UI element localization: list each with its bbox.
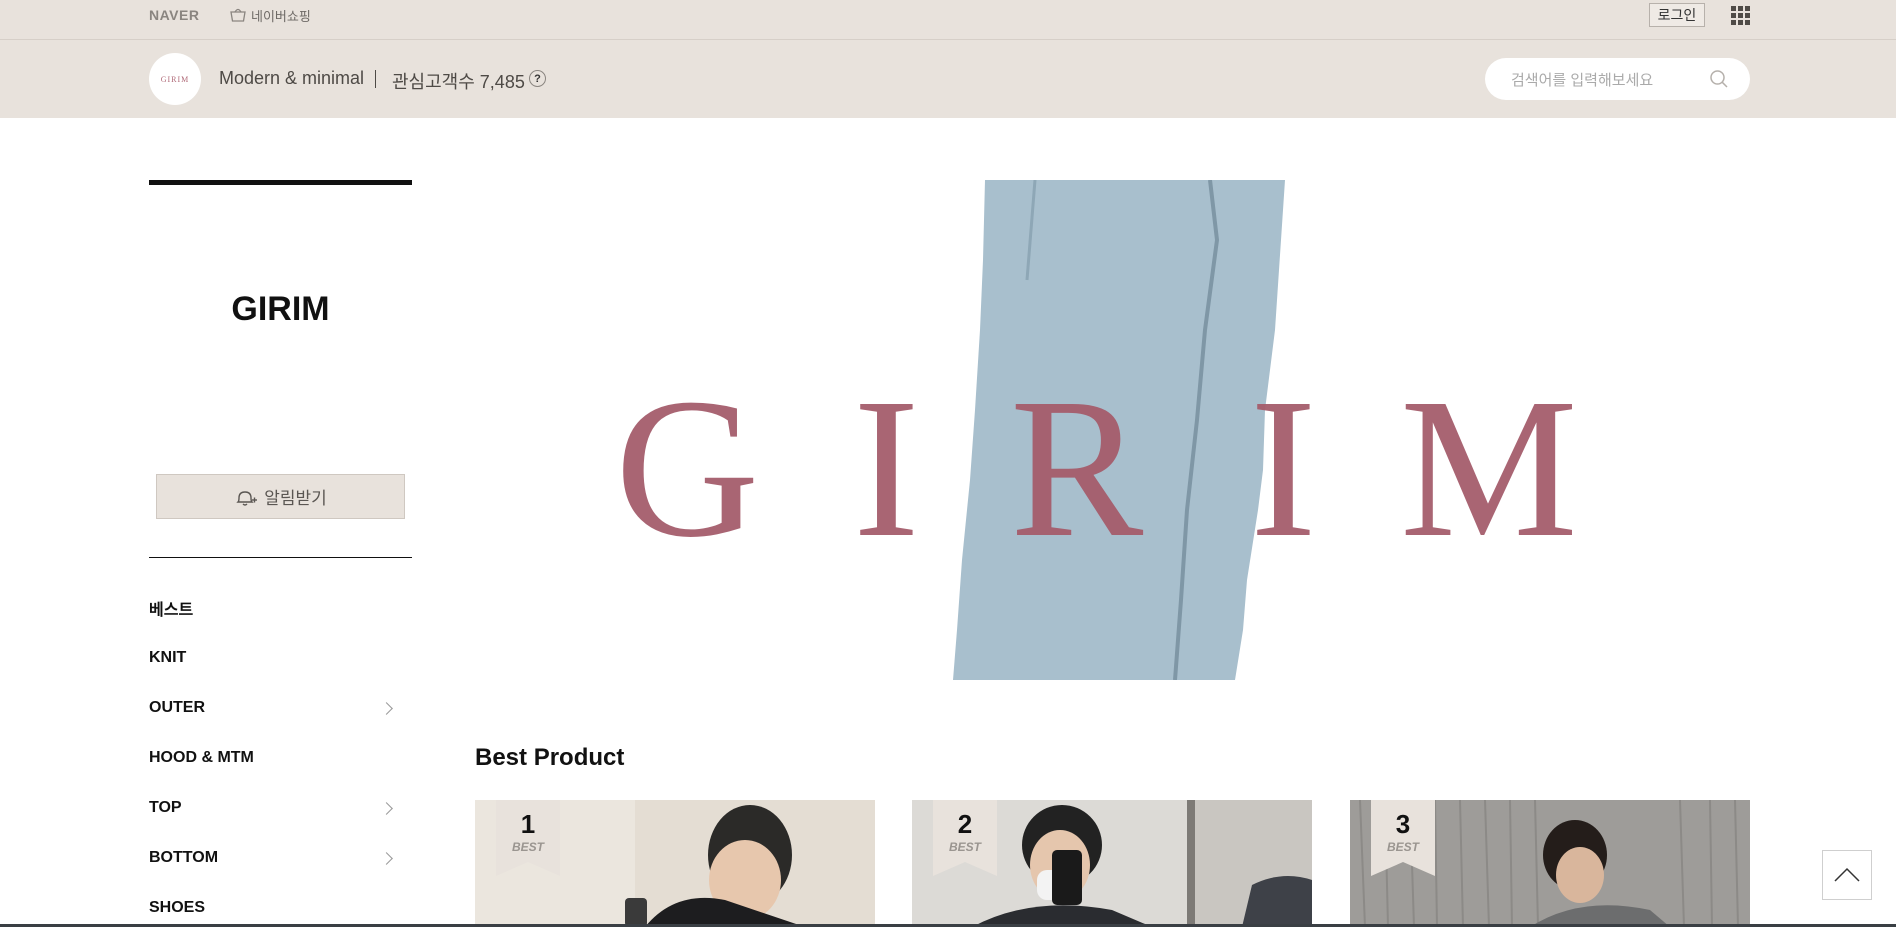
category-item-knit[interactable]: KNIT bbox=[149, 633, 399, 683]
chevron-up-icon bbox=[1834, 867, 1860, 882]
help-icon[interactable]: ? bbox=[529, 70, 546, 87]
category-item-top[interactable]: TOP bbox=[149, 783, 399, 833]
chevron-right-icon[interactable] bbox=[380, 801, 393, 815]
chevron-right-icon[interactable] bbox=[380, 851, 393, 865]
banner-letter: I bbox=[1250, 358, 1317, 579]
category-label: 베스트 bbox=[149, 602, 194, 619]
banner-letter: R bbox=[1010, 358, 1144, 579]
search-box bbox=[1485, 58, 1750, 100]
product-card[interactable]: 2 BEST bbox=[912, 800, 1312, 927]
banner-letter: I bbox=[853, 358, 920, 579]
banner-image: G I R I M bbox=[615, 180, 1578, 680]
header-divider bbox=[375, 70, 376, 88]
rank-number: 2 bbox=[957, 809, 973, 839]
category-label: TOP bbox=[149, 799, 182, 816]
naver-logo[interactable]: NAVER bbox=[149, 7, 199, 23]
scroll-to-top-button[interactable] bbox=[1822, 850, 1872, 900]
category-item-hood-mtm[interactable]: HOOD & MTM bbox=[149, 733, 399, 783]
category-item-best[interactable]: 베스트 bbox=[149, 583, 399, 633]
category-label: KNIT bbox=[149, 649, 187, 666]
main-banner[interactable]: G I R I M bbox=[475, 180, 1750, 680]
banner-letter: G bbox=[615, 358, 759, 579]
shopping-basket-icon bbox=[230, 8, 246, 22]
rank-best-label: BEST bbox=[511, 840, 544, 854]
category-label: BOTTOM bbox=[149, 849, 219, 866]
store-brand-title: GIRIM bbox=[231, 290, 330, 328]
category-list: 베스트 KNIT OUTER HOOD & MTM TOP BOTTOM SHO… bbox=[149, 583, 399, 933]
rank-number: 1 bbox=[520, 809, 536, 839]
product-card[interactable]: 1 BEST bbox=[475, 800, 875, 927]
store-tagline: Modern & minimal bbox=[219, 68, 365, 88]
notify-button-label: 알림받기 bbox=[264, 489, 327, 508]
naver-shopping-label: 네이버쇼핑 bbox=[251, 8, 311, 24]
product-card[interactable]: 3 BEST bbox=[1350, 800, 1750, 927]
global-top-bar: NAVER 네이버쇼핑 로그인 bbox=[0, 0, 1896, 40]
store-avatar[interactable]: GIRIM bbox=[149, 53, 201, 105]
chevron-right-icon[interactable] bbox=[380, 701, 393, 715]
sidebar-top-rule bbox=[149, 180, 412, 185]
category-item-outer[interactable]: OUTER bbox=[149, 683, 399, 733]
rank-best-label: BEST bbox=[1386, 840, 1419, 854]
store-header: GIRIM Modern & minimal 관심고객수 7,485 ? bbox=[0, 40, 1896, 118]
banner-letter: M bbox=[1400, 358, 1578, 579]
grid-apps-icon[interactable] bbox=[1731, 6, 1751, 26]
category-label: HOOD & MTM bbox=[149, 749, 254, 766]
search-icon[interactable] bbox=[1709, 69, 1729, 89]
category-item-bottom[interactable]: BOTTOM bbox=[149, 833, 399, 883]
category-label: SHOES bbox=[149, 899, 206, 916]
rank-number: 3 bbox=[1395, 809, 1411, 839]
login-button[interactable]: 로그인 bbox=[1649, 3, 1705, 27]
category-label: OUTER bbox=[149, 699, 205, 716]
best-product-title: Best Product bbox=[475, 744, 625, 771]
rank-best-label: BEST bbox=[948, 840, 981, 854]
store-follower-count: 관심고객수 7,485 bbox=[392, 72, 525, 92]
bell-plus-icon bbox=[236, 490, 258, 506]
naver-shopping-link[interactable]: 네이버쇼핑 bbox=[229, 6, 311, 24]
notify-button[interactable]: 알림받기 bbox=[156, 474, 405, 519]
search-input[interactable] bbox=[1509, 68, 1713, 92]
sidebar-divider bbox=[149, 557, 412, 558]
